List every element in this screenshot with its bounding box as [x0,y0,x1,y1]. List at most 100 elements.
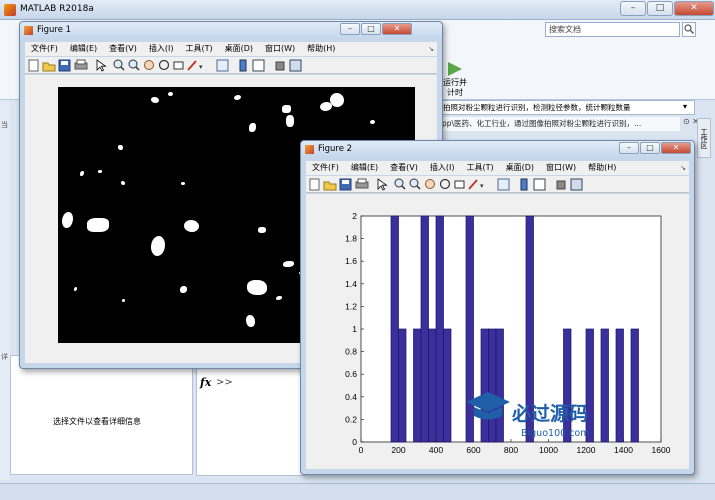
dock-icon[interactable]: ↘ [677,161,689,175]
dock-icon[interactable]: ↘ [425,42,437,56]
pointer-icon[interactable] [96,59,107,72]
rotate-icon[interactable] [439,178,451,190]
insert-colorbar-icon[interactable] [520,178,528,191]
left-tab-label-details[interactable]: 详 [1,352,8,362]
y-tick-label: 0.8 [345,347,357,357]
histogram-chart[interactable]: 0 200 400 600 800 1000 1200 1400 1600 0 0.2 0.4 0.6… [306,194,689,469]
watermark-url: Biguo100.com [521,428,589,439]
histogram-bar [398,328,407,443]
hide-plot-tools-icon[interactable] [556,180,566,190]
menu-window[interactable]: 窗口(W) [259,42,301,56]
brush-icon[interactable]: ▾ [187,60,203,71]
y-tick-label: 0.4 [345,392,357,402]
fig2-close-button[interactable]: ✕ [661,142,691,154]
histogram-bar [585,328,594,443]
x-tick-label: 1400 [614,445,633,455]
menu-view[interactable]: 查看(V) [384,161,424,175]
search-docs-input[interactable]: 搜索文档 [545,22,680,37]
fig1-minimize-button[interactable]: – [340,23,360,35]
particle-blob [87,218,109,232]
zoom-in-icon[interactable] [394,178,406,190]
details-panel: 选择文件以查看详细信息 [10,355,193,475]
workspace-side-tab[interactable]: 工作区 [697,118,711,158]
data-cursor-icon[interactable] [454,180,465,189]
histogram-bar [413,328,422,443]
zoom-in-icon[interactable] [113,59,125,71]
command-window[interactable]: fx >> [196,368,306,476]
menu-tools[interactable]: 工具(T) [179,42,218,56]
svg-text:▾: ▾ [480,182,484,190]
pointer-icon[interactable] [377,178,388,191]
histogram-bar [563,328,572,443]
particle-blob [62,212,73,228]
menu-desktop[interactable]: 桌面(D) [500,161,540,175]
link-plot-icon[interactable] [497,178,510,191]
fig2-maximize-button[interactable]: □ [640,142,660,154]
y-tick-label: 1 [352,324,357,334]
particle-blob [282,105,291,113]
status-bar [0,483,715,500]
data-cursor-icon[interactable] [173,61,184,70]
left-dock-strip: 当 详 [0,100,10,480]
open-file-icon[interactable] [323,181,337,191]
y-tick-label: 0 [352,437,357,447]
zoom-out-icon[interactable] [128,59,140,71]
menu-edit[interactable]: 编辑(E) [345,161,384,175]
insert-legend-icon[interactable] [252,59,265,72]
fig1-maximize-button[interactable]: □ [361,23,381,35]
matlab-window-title: MATLAB R2018a [20,4,94,14]
maximize-button[interactable]: □ [647,1,673,16]
y-tick-label: 0.2 [345,414,357,424]
brush-icon[interactable]: ▾ [468,179,484,190]
print-icon[interactable] [355,178,369,189]
pan-icon[interactable] [425,179,435,189]
menu-help[interactable]: 帮助(H) [301,42,341,56]
fx-icon[interactable]: fx [200,376,211,389]
particle-blob [330,93,344,107]
hide-plot-tools-icon[interactable] [275,61,285,71]
figure2-title-bar: Figure 2 – □ ✕ [301,141,694,158]
show-plot-tools-icon[interactable] [289,59,302,72]
left-tab-label-current[interactable]: 当 [1,120,8,130]
search-icon[interactable] [682,22,696,37]
svg-text:▾: ▾ [199,63,203,71]
menu-insert[interactable]: 插入(I) [424,161,461,175]
menu-insert[interactable]: 插入(I) [143,42,180,56]
save-icon[interactable] [339,178,352,191]
save-icon[interactable] [58,59,71,72]
figure1-title-bar: Figure 1 – □ ✕ [20,22,442,39]
insert-legend-icon[interactable] [533,178,546,191]
particle-blob [151,236,165,256]
figure-icon [305,145,314,154]
particle-blob [234,95,241,100]
rotate-icon[interactable] [158,59,170,71]
new-figure-icon[interactable] [309,178,320,191]
pan-icon[interactable] [144,60,154,70]
fig1-close-button[interactable]: ✕ [382,23,412,35]
menu-file[interactable]: 文件(F) [25,42,64,56]
show-plot-tools-icon[interactable] [570,178,583,191]
x-tick-label: 200 [391,445,405,455]
menu-tools[interactable]: 工具(T) [460,161,499,175]
minimize-button[interactable]: – [620,1,646,16]
menu-edit[interactable]: 编辑(E) [64,42,103,56]
zoom-out-icon[interactable] [409,178,421,190]
close-button[interactable]: ✕ [674,1,714,16]
menu-desktop[interactable]: 桌面(D) [219,42,259,56]
link-plot-icon[interactable] [216,59,229,72]
print-icon[interactable] [74,59,88,70]
open-file-icon[interactable] [42,62,56,72]
x-tick-label: 1000 [539,445,558,455]
y-tick-label: 1.8 [345,234,357,244]
menu-view[interactable]: 查看(V) [103,42,143,56]
fig2-minimize-button[interactable]: – [619,142,639,154]
menu-file[interactable]: 文件(F) [306,161,345,175]
histogram-bar [630,328,639,443]
chevron-down-icon[interactable]: ▾ [683,102,687,111]
menu-window[interactable]: 窗口(W) [540,161,582,175]
new-figure-icon[interactable] [28,59,39,72]
current-folder-address[interactable]: 拍照对粉尘颗粒进行识别，检测粒径参数，统计颗粒数量 [440,100,695,115]
figure1-toolbar: ▾ [25,57,437,74]
insert-colorbar-icon[interactable] [239,59,247,72]
menu-help[interactable]: 帮助(H) [582,161,622,175]
